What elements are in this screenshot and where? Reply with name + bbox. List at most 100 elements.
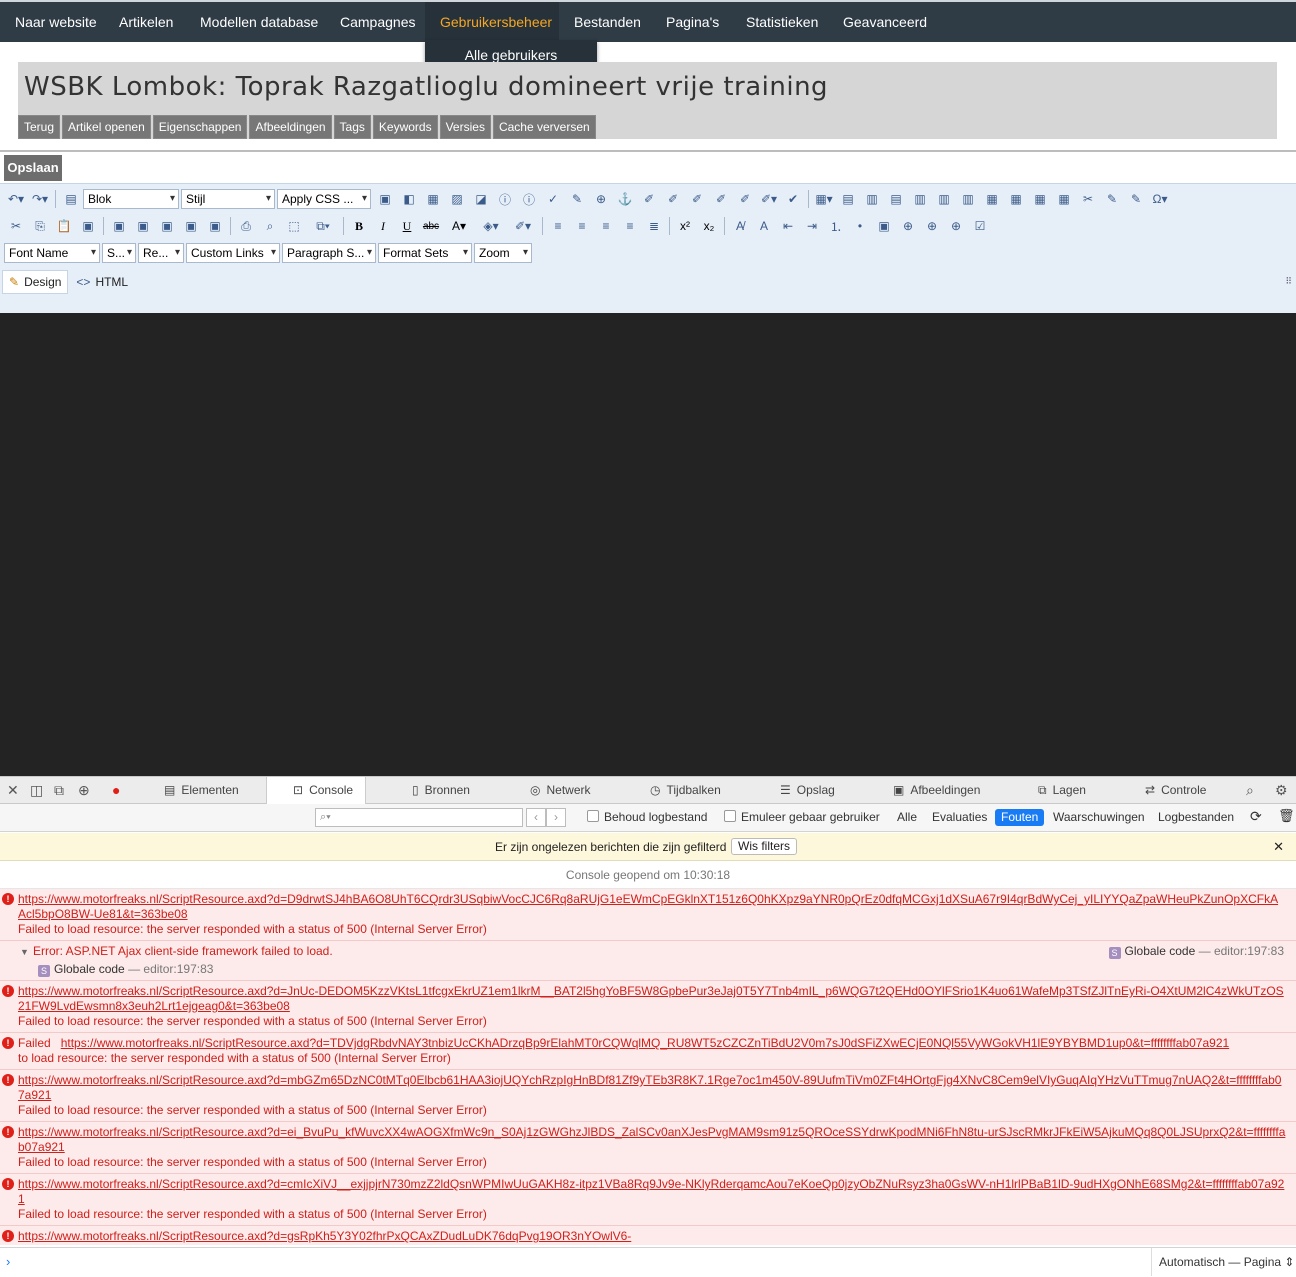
table-split2-icon[interactable]: ▦ [1029, 189, 1051, 209]
editor-content-area[interactable] [0, 313, 1296, 776]
paste-text-icon[interactable]: ▣ [77, 216, 99, 236]
document-icon[interactable]: ▤ [60, 189, 82, 209]
find-icon[interactable]: ⌕ [259, 216, 281, 236]
style-select[interactable]: Stijl [181, 189, 275, 209]
resource-link[interactable]: https://www.motorfreaks.nl/ScriptResourc… [18, 1177, 1284, 1206]
tab-tags[interactable]: Tags [333, 115, 371, 139]
cut-icon[interactable]: ✂ [5, 216, 27, 236]
nav-item-gebruikersbeheer[interactable]: Gebruikersbeheer [425, 2, 559, 42]
filter-waarschuwingen[interactable]: Waarschuwingen [1053, 810, 1145, 824]
trash-icon[interactable]: 🗑 [1278, 808, 1295, 824]
brush5-icon[interactable]: ✐ [734, 189, 756, 209]
resource-link[interactable]: https://www.motorfreaks.nl/ScriptResourc… [18, 892, 1278, 921]
snippet-icon[interactable]: ⧉▾ [307, 216, 339, 236]
close-notice-icon[interactable]: ✕ [1273, 833, 1284, 861]
brush2-icon[interactable]: ✐ [662, 189, 684, 209]
table-split-icon[interactable]: ▦ [1005, 189, 1027, 209]
paste-word-icon[interactable]: ▣ [108, 216, 130, 236]
nav-item-geavanceerd[interactable]: Geavanceerd [828, 2, 942, 42]
brush3-icon[interactable]: ✐ [686, 189, 708, 209]
resource-link[interactable]: https://www.motorfreaks.nl/ScriptResourc… [18, 1073, 1281, 1102]
format-brush-icon[interactable]: ✐▾ [508, 216, 538, 236]
tab-cache-verversen[interactable]: Cache verversen [492, 115, 596, 139]
devtools-tab-afbeeldingen[interactable]: ▣ Afbeeldingen [893, 777, 980, 804]
flash-icon[interactable]: ◪ [470, 189, 492, 209]
tab-keywords[interactable]: Keywords [372, 115, 438, 139]
anchor-icon[interactable]: ⚓ [614, 189, 636, 209]
devtools-tab-opslag[interactable]: ☰ Opslag [780, 777, 835, 804]
link-manager-icon[interactable]: ⊕ [921, 216, 943, 236]
table-col4-icon[interactable]: ▥ [957, 189, 979, 209]
emulate-gesture-checkbox[interactable]: Emuleer gebaar gebruiker [724, 810, 880, 824]
convert-case-icon[interactable]: A [753, 216, 775, 236]
numbered-list-icon[interactable]: ⒈ [825, 216, 847, 236]
font-name-select[interactable]: Font Name [4, 243, 100, 263]
nav-item-bestanden[interactable]: Bestanden [559, 2, 656, 42]
paste-plain-icon[interactable]: ▣ [132, 216, 154, 236]
tab-eigenschappen[interactable]: Eigenschappen [152, 115, 248, 139]
image-manager-icon[interactable]: ▣ [873, 216, 895, 236]
undo-icon[interactable]: ↶▾ [5, 189, 27, 209]
nav-item-campagnes[interactable]: Campagnes [325, 2, 431, 42]
clear-filters-button[interactable]: Wis filters [731, 838, 797, 855]
nav-item-artikelen[interactable]: Artikelen [104, 2, 188, 42]
devtools-tab-bronnen[interactable]: ▯ Bronnen [412, 777, 470, 804]
paste-special-icon[interactable]: ▣ [204, 216, 226, 236]
outdent-icon[interactable]: ⇤ [777, 216, 799, 236]
filter-logbestanden[interactable]: Logbestanden [1158, 810, 1234, 824]
nav-item-paginas[interactable]: Pagina's [651, 2, 734, 42]
indent-icon[interactable]: ⇥ [801, 216, 823, 236]
resource-link[interactable]: https://www.motorfreaks.nl/ScriptResourc… [61, 1036, 1229, 1050]
bold-icon[interactable]: B [348, 216, 370, 236]
search-icon[interactable]: ⌕ [1246, 777, 1254, 804]
resize-handle-icon[interactable]: ⠿ [1285, 276, 1292, 287]
apply-css-select[interactable]: Apply CSS ... [277, 189, 371, 209]
custom-links-select[interactable]: Custom Links [186, 243, 280, 263]
inspect-icon[interactable]: ⊕ [78, 777, 90, 804]
save-button[interactable]: Opslaan [4, 155, 62, 181]
devtools-tab-tijdbalken[interactable]: ◷ Tijdbalken [650, 777, 721, 804]
bullet-list-icon[interactable]: • [849, 216, 871, 236]
devtools-tab-lagen[interactable]: ⧉ Lagen [1038, 777, 1086, 804]
strikethrough-icon[interactable]: abc [420, 216, 442, 236]
error-indicator-icon[interactable]: ● [112, 777, 120, 804]
reload-icon[interactable]: ⟳ [1250, 808, 1262, 825]
filter-alle[interactable]: Alle [897, 810, 917, 824]
brush6-icon[interactable]: ✐▾ [758, 189, 780, 209]
filter-evaluaties[interactable]: Evaluaties [932, 810, 987, 824]
superscript-icon[interactable]: x² [674, 216, 696, 236]
execution-context-select[interactable]: Automatisch — Pagina ⇕ [1151, 1248, 1294, 1276]
previous-arrow-icon[interactable]: ‹ [526, 808, 546, 827]
image-icon[interactable]: ▣ [374, 189, 396, 209]
picture-icon[interactable]: ▨ [446, 189, 468, 209]
source-location[interactable]: S Globale code — editor:197:83 [1108, 944, 1284, 959]
align-none-icon[interactable]: ≣ [643, 216, 665, 236]
media-icon[interactable]: ▦ [422, 189, 444, 209]
next-arrow-icon[interactable]: › [546, 808, 566, 827]
table-icon[interactable]: ▦▾ [813, 189, 835, 209]
w3c-icon[interactable]: ✓ [542, 189, 564, 209]
nav-item-statistieken[interactable]: Statistieken [731, 2, 833, 42]
real-font-size-select[interactable]: Re... [138, 243, 184, 263]
hyperlink-icon[interactable]: ⊕ [897, 216, 919, 236]
print-icon[interactable]: ⎙ [235, 216, 257, 236]
brush4-icon[interactable]: ✐ [710, 189, 732, 209]
html-mode-button[interactable]: <> HTML [70, 271, 134, 293]
clear-format-icon[interactable]: A̸ [729, 216, 751, 236]
font-color-icon[interactable]: A▾ [444, 216, 474, 236]
devtools-tab-elementen[interactable]: ▤ Elementen [160, 777, 268, 804]
devtools-tab-controle[interactable]: ⇄ Controle [1145, 777, 1206, 804]
block-format-select[interactable]: Blok [83, 189, 179, 209]
background-color-icon[interactable]: ◈▾ [476, 216, 506, 236]
zoom-select[interactable]: Zoom [474, 243, 532, 263]
resource-link[interactable]: https://www.motorfreaks.nl/ScriptResourc… [18, 984, 1284, 1013]
paragraph-style-select[interactable]: Paragraph S... [282, 243, 376, 263]
format-sets-select[interactable]: Format Sets [378, 243, 472, 263]
close-icon[interactable]: ✕ [7, 777, 19, 804]
align-left-icon[interactable]: ≡ [547, 216, 569, 236]
design-mode-button[interactable]: ✎ Design [2, 270, 69, 294]
paste-format-icon[interactable]: ▣ [180, 216, 202, 236]
preserve-log-checkbox[interactable]: Behoud logbestand [587, 810, 707, 824]
tab-afbeeldingen[interactable]: Afbeeldingen [249, 115, 332, 139]
gear-icon[interactable]: ⚙ [1275, 777, 1288, 804]
